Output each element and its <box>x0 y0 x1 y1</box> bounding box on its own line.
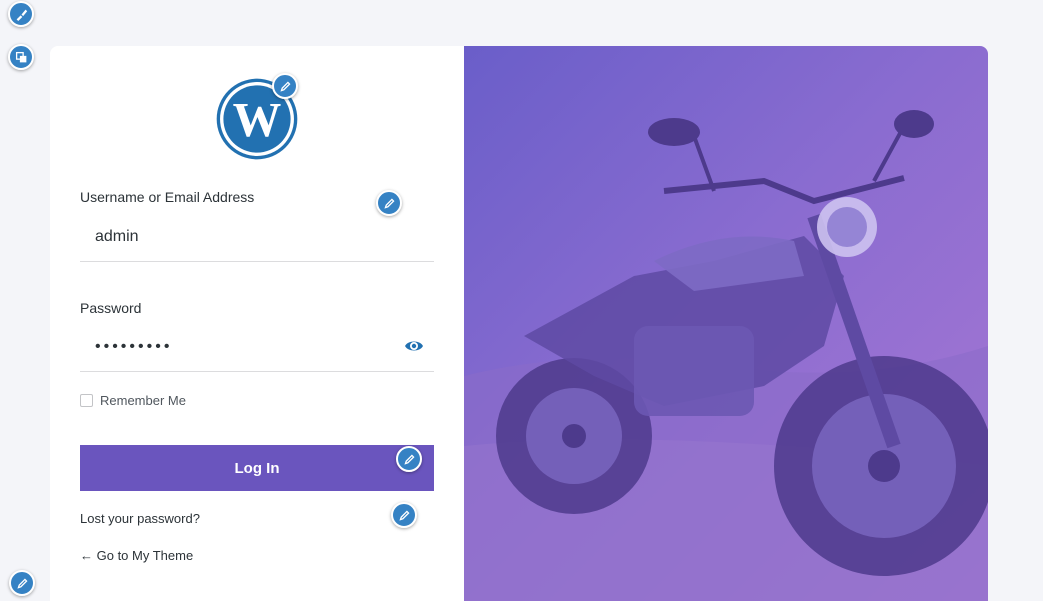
background-image-panel <box>464 46 988 601</box>
button-edit-shortcut[interactable] <box>396 446 422 472</box>
pencil-icon <box>16 578 27 589</box>
username-edit-shortcut[interactable] <box>376 190 402 216</box>
password-label: Password <box>80 300 142 316</box>
pencil-icon <box>279 81 290 92</box>
eye-icon[interactable] <box>404 336 424 356</box>
motorcycle-image <box>464 110 988 601</box>
username-input[interactable] <box>80 212 434 261</box>
brush-shortcut-icon[interactable] <box>8 1 34 27</box>
login-form: W Username or Email Address Password Rem… <box>50 46 464 601</box>
footer-edit-shortcut[interactable] <box>9 570 35 596</box>
login-button[interactable]: Log In <box>80 445 434 491</box>
customizer-preview: W Username or Email Address Password Rem… <box>0 0 1043 601</box>
links-edit-shortcut[interactable] <box>391 502 417 528</box>
password-input[interactable] <box>80 322 434 371</box>
pencil-icon <box>403 454 414 465</box>
logo-edit-shortcut[interactable] <box>272 73 298 99</box>
lost-password-link[interactable]: Lost your password? <box>80 511 200 526</box>
layers-icon <box>15 51 26 62</box>
svg-text:W: W <box>233 93 282 147</box>
brush-icon <box>16 9 27 21</box>
remember-me: Remember Me <box>80 393 186 408</box>
pencil-icon <box>383 198 394 209</box>
layers-shortcut-icon[interactable] <box>8 44 34 70</box>
pencil-icon <box>398 510 409 521</box>
username-field <box>80 212 434 262</box>
password-field <box>80 322 434 372</box>
username-label: Username or Email Address <box>80 189 255 205</box>
remember-checkbox[interactable] <box>80 394 93 407</box>
remember-label: Remember Me <box>100 393 186 408</box>
login-card: W Username or Email Address Password Rem… <box>50 46 988 601</box>
back-to-site-link[interactable]: ← Go to My Theme <box>80 548 193 563</box>
